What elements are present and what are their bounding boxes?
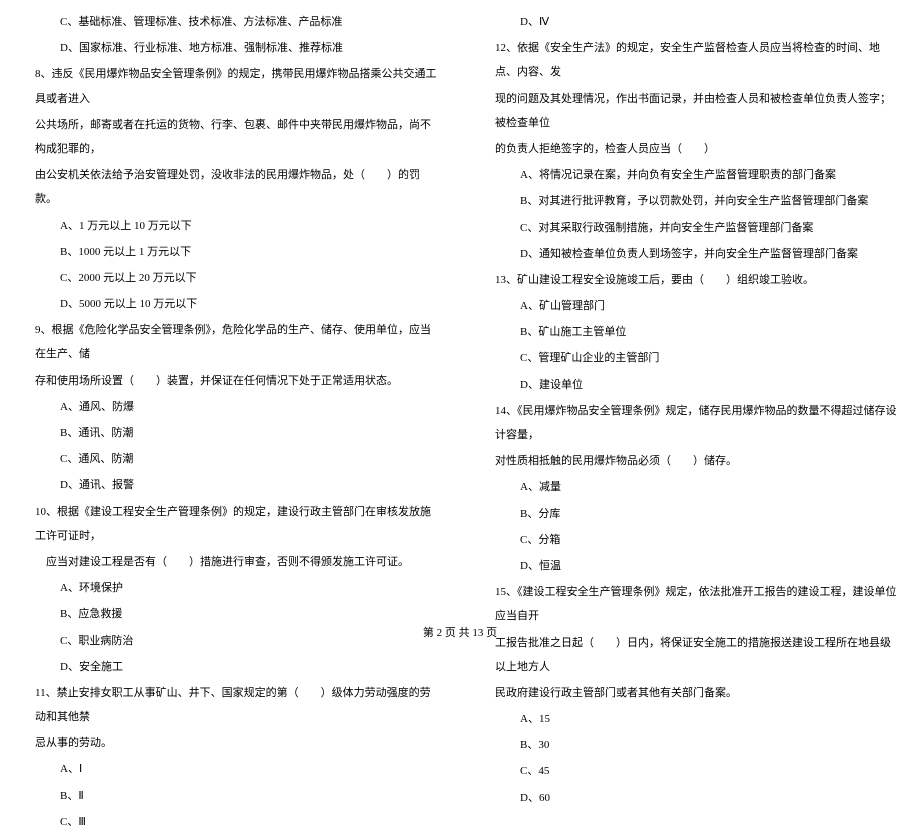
q11-option-b: B、Ⅱ (20, 784, 440, 808)
q11-option-d: D、Ⅳ (480, 10, 900, 34)
right-column: D、Ⅳ 12、依据《安全生产法》的规定，安全生产监督检查人员应当将检查的时间、地… (460, 10, 920, 610)
q7-option-d: D、国家标准、行业标准、地方标准、强制标准、推荐标准 (20, 36, 440, 60)
q14-option-c: C、分箱 (480, 528, 900, 552)
q8-option-d: D、5000 元以上 10 万元以下 (20, 292, 440, 316)
q8-option-c: C、2000 元以上 20 万元以下 (20, 266, 440, 290)
q10-option-b: B、应急救援 (20, 602, 440, 626)
page-footer: 第 2 页 共 13 页 (0, 624, 920, 640)
q9-option-c: C、通风、防潮 (20, 447, 440, 471)
q15-option-d: D、60 (480, 786, 900, 810)
q8-option-a: A、1 万元以上 10 万元以下 (20, 214, 440, 238)
q15-option-b: B、30 (480, 733, 900, 757)
q15-option-c: C、45 (480, 759, 900, 783)
q10-option-d: D、安全施工 (20, 655, 440, 679)
q11-line2: 忌从事的劳动。 (20, 731, 440, 755)
q11-option-c: C、Ⅲ (20, 810, 440, 834)
q13-option-d: D、建设单位 (480, 373, 900, 397)
q13-option-c: C、管理矿山企业的主管部门 (480, 346, 900, 370)
q15-option-a: A、15 (480, 707, 900, 731)
q13-option-b: B、矿山施工主管单位 (480, 320, 900, 344)
q9-option-a: A、通风、防爆 (20, 395, 440, 419)
q7-option-c: C、基础标准、管理标准、技术标准、方法标准、产品标准 (20, 10, 440, 34)
q13-line1: 13、矿山建设工程安全设施竣工后，要由（ ）组织竣工验收。 (480, 268, 900, 292)
q9-option-b: B、通讯、防潮 (20, 421, 440, 445)
q12-option-a: A、将情况记录在案，并向负有安全生产监督管理职责的部门备案 (480, 163, 900, 187)
q8-option-b: B、1000 元以上 1 万元以下 (20, 240, 440, 264)
q12-line2: 现的问题及其处理情况，作出书面记录，并由检查人员和被检查单位负责人签字；被检查单… (480, 87, 900, 135)
q12-line3: 的负责人拒绝签字的，检查人员应当（ ） (480, 137, 900, 161)
q14-option-a: A、减量 (480, 475, 900, 499)
q8-line2: 公共场所，邮寄或者在托运的货物、行李、包裹、邮件中夹带民用爆炸物品，尚不构成犯罪… (20, 113, 440, 161)
q14-option-b: B、分库 (480, 502, 900, 526)
q8-line3: 由公安机关依法给予治安管理处罚，没收非法的民用爆炸物品，处（ ）的罚款。 (20, 163, 440, 211)
page-container: C、基础标准、管理标准、技术标准、方法标准、产品标准 D、国家标准、行业标准、地… (0, 0, 920, 610)
q11-line1: 11、禁止安排女职工从事矿山、井下、国家规定的第（ ）级体力劳动强度的劳动和其他… (20, 681, 440, 729)
q12-line1: 12、依据《安全生产法》的规定，安全生产监督检查人员应当将检查的时间、地点、内容… (480, 36, 900, 84)
q14-option-d: D、恒温 (480, 554, 900, 578)
q12-option-c: C、对其采取行政强制措施，并向安全生产监督管理部门备案 (480, 216, 900, 240)
q10-option-a: A、环境保护 (20, 576, 440, 600)
q15-line1: 15、《建设工程安全生产管理条例》规定，依法批准开工报告的建设工程，建设单位应当… (480, 580, 900, 628)
q9-line1: 9、根据《危险化学品安全管理条例》，危险化学品的生产、储存、使用单位，应当在生产… (20, 318, 440, 366)
q12-option-d: D、通知被检查单位负责人到场签字，并向安全生产监督管理部门备案 (480, 242, 900, 266)
q10-line2: 应当对建设工程是否有（ ）措施进行审查，否则不得颁发施工许可证。 (20, 550, 440, 574)
q11-option-a: A、Ⅰ (20, 757, 440, 781)
q14-line1: 14、《民用爆炸物品安全管理条例》规定，储存民用爆炸物品的数量不得超过储存设计容… (480, 399, 900, 447)
q9-line2: 存和使用场所设置（ ）装置，并保证在任何情况下处于正常适用状态。 (20, 369, 440, 393)
q10-line1: 10、根据《建设工程安全生产管理条例》的规定，建设行政主管部门在审核发放施工许可… (20, 500, 440, 548)
q12-option-b: B、对其进行批评教育，予以罚款处罚，并向安全生产监督管理部门备案 (480, 189, 900, 213)
q13-option-a: A、矿山管理部门 (480, 294, 900, 318)
q15-line3: 民政府建设行政主管部门或者其他有关部门备案。 (480, 681, 900, 705)
q8-line1: 8、违反《民用爆炸物品安全管理条例》的规定，携带民用爆炸物品搭乘公共交通工具或者… (20, 62, 440, 110)
q9-option-d: D、通讯、报警 (20, 473, 440, 497)
left-column: C、基础标准、管理标准、技术标准、方法标准、产品标准 D、国家标准、行业标准、地… (0, 10, 460, 610)
q14-line2: 对性质相抵触的民用爆炸物品必须（ ）储存。 (480, 449, 900, 473)
